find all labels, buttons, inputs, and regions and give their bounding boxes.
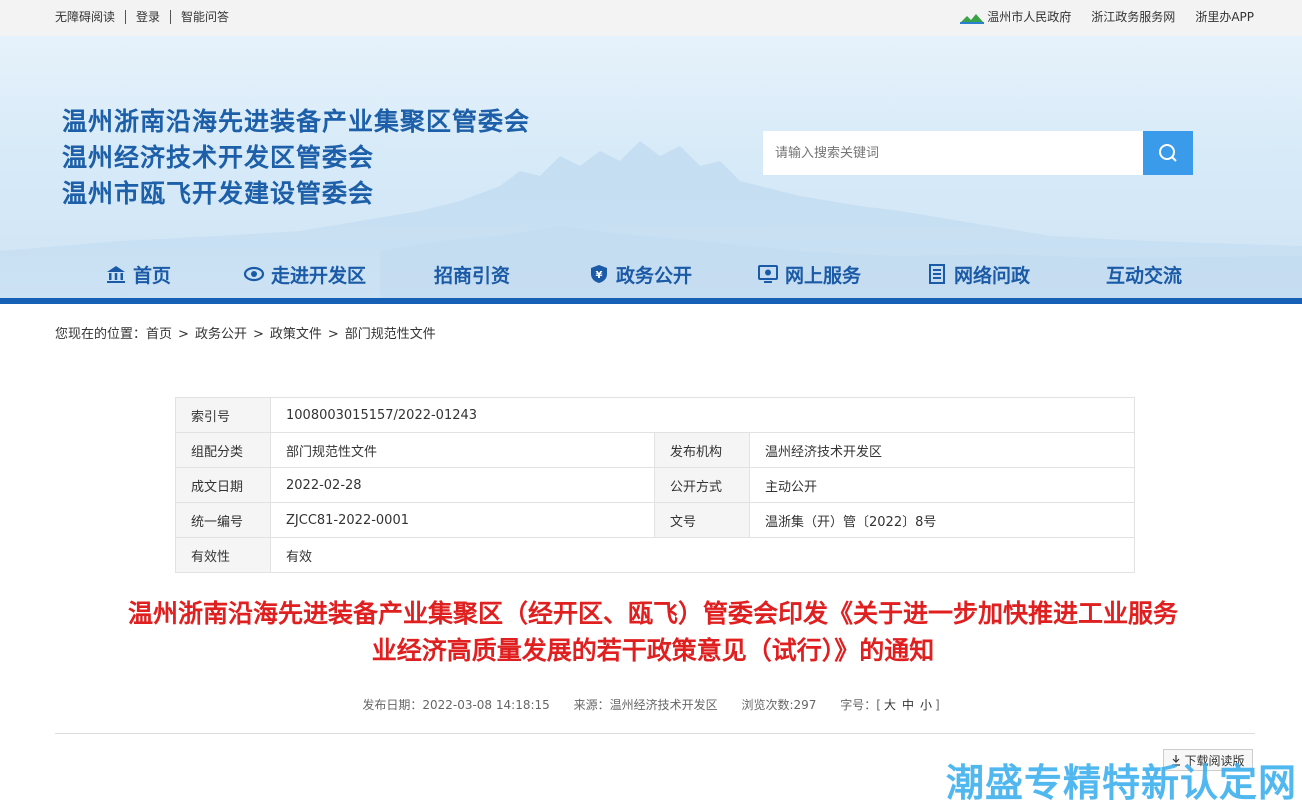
font-size-label: 字号： bbox=[840, 698, 877, 712]
nav-label-investment: 招商引资 bbox=[434, 264, 511, 287]
nav-item-home[interactable]: 首页 bbox=[105, 250, 171, 298]
nav-label-inquiry: 网络问政 bbox=[954, 264, 1031, 287]
article-title: 温州浙南沿海先进装备产业集聚区（经开区、瓯飞）管委会印发《关于进一步加快推进工业… bbox=[55, 595, 1251, 669]
font-medium-button[interactable]: 中 bbox=[902, 698, 914, 712]
meta-value: 有效 bbox=[270, 537, 1135, 573]
nav-item-gov-affairs[interactable]: ¥ 政务公开 bbox=[588, 250, 692, 298]
publish-date: 发布日期：2022-03-08 14:18:15 bbox=[362, 698, 550, 712]
header-title-2: 温州经济技术开发区管委会 bbox=[62, 143, 375, 172]
breadcrumb-sep: > bbox=[252, 327, 264, 342]
nav-label-home: 首页 bbox=[133, 264, 172, 287]
search-box bbox=[763, 131, 1193, 175]
top-right-links: 温州市人民政府 浙江政务服务网 浙里办APP bbox=[960, 10, 1254, 24]
meta-value: 温州经济技术开发区 bbox=[749, 432, 1135, 468]
meta-value: ZJCC81-2022-0001 bbox=[270, 502, 655, 538]
wenzhou-gov-label: 温州市人民政府 bbox=[987, 10, 1072, 24]
search-input[interactable] bbox=[763, 131, 1133, 175]
wenzhou-gov-link[interactable]: 温州市人民政府 bbox=[960, 10, 1071, 24]
font-size-bracket-close: ] bbox=[934, 698, 940, 712]
nav-item-about[interactable]: 走进开发区 bbox=[243, 250, 366, 298]
article-source: 来源：温州经济技术开发区 bbox=[573, 698, 718, 712]
header-title-1: 温州浙南沿海先进装备产业集聚区管委会 bbox=[62, 107, 531, 136]
eye-icon bbox=[243, 266, 265, 282]
breadcrumb-home[interactable]: 首页 bbox=[146, 327, 172, 342]
nav-label-gov-affairs: 政务公开 bbox=[616, 264, 693, 287]
svg-text:¥: ¥ bbox=[596, 270, 603, 281]
meta-value: 部门规范性文件 bbox=[270, 432, 655, 468]
gov-logo-icon bbox=[960, 13, 985, 24]
font-small-button[interactable]: 小 bbox=[920, 698, 932, 712]
meta-key: 有效性 bbox=[175, 537, 271, 573]
meta-value: 2022-02-28 bbox=[270, 467, 655, 503]
document-meta-table: 索引号 1008003015157/2022-01243 组配分类 部门规范性文… bbox=[175, 397, 1135, 573]
nav-label-online-service: 网上服务 bbox=[785, 264, 862, 287]
meta-key: 索引号 bbox=[175, 397, 271, 433]
font-size-bracket-open: [ bbox=[876, 698, 881, 712]
breadcrumb-policy-docs[interactable]: 政策文件 bbox=[270, 327, 322, 342]
nav-item-investment[interactable]: 招商引资 bbox=[434, 250, 510, 298]
nav-item-online-service[interactable]: 网上服务 bbox=[757, 250, 861, 298]
header-title-3: 温州市瓯飞开发建设管委会 bbox=[62, 179, 375, 208]
table-row: 索引号 1008003015157/2022-01243 bbox=[175, 397, 1135, 433]
table-row: 组配分类 部门规范性文件 发布机构 温州经济技术开发区 bbox=[175, 432, 1135, 468]
table-row: 成文日期 2022-02-28 公开方式 主动公开 bbox=[175, 467, 1135, 503]
breadcrumb-current[interactable]: 部门规范性文件 bbox=[345, 327, 436, 342]
top-bar: 无障碍阅读 登录 智能问答 温州市人民政府 浙江政务服务网 浙里办APP bbox=[0, 0, 1302, 36]
breadcrumb: 您现在的位置：首页 > 政务公开 > 政策文件 > 部门规范性文件 bbox=[55, 323, 436, 342]
watermark-text: 潮盛专精特新认定网 bbox=[946, 761, 1298, 805]
meta-key: 组配分类 bbox=[175, 432, 271, 468]
nav-item-inquiry[interactable]: 网络问政 bbox=[926, 250, 1030, 298]
article-info: 发布日期：2022-03-08 14:18:15 来源：温州经济技术开发区 浏览… bbox=[0, 696, 1302, 713]
meta-value: 主动公开 bbox=[749, 467, 1135, 503]
font-size-switcher: 字号：[大中小] bbox=[840, 698, 939, 712]
meta-key: 统一编号 bbox=[175, 502, 271, 538]
top-left-links: 无障碍阅读 登录 智能问答 bbox=[55, 10, 239, 24]
nav-label-about: 走进开发区 bbox=[271, 264, 367, 287]
divider bbox=[55, 733, 1255, 734]
nav-item-interaction[interactable]: 互动交流 bbox=[1106, 250, 1182, 298]
meta-value: 1008003015157/2022-01243 bbox=[270, 397, 1135, 433]
article-title-line-1: 温州浙南沿海先进装备产业集聚区（经开区、瓯飞）管委会印发《关于进一步加快推进工业… bbox=[127, 599, 1178, 628]
monitor-icon bbox=[758, 265, 778, 283]
zlb-app-link[interactable]: 浙里办APP bbox=[1195, 10, 1254, 24]
login-link[interactable]: 登录 bbox=[125, 10, 170, 24]
breadcrumb-prefix: 您现在的位置： bbox=[55, 327, 147, 342]
view-count: 浏览次数:297 bbox=[741, 698, 817, 712]
smart-qa-link[interactable]: 智能问答 bbox=[170, 10, 239, 24]
search-icon bbox=[1159, 144, 1177, 162]
home-icon bbox=[107, 266, 125, 283]
nav-underline bbox=[0, 298, 1302, 304]
search-button[interactable] bbox=[1143, 131, 1193, 175]
yen-shield-icon: ¥ bbox=[591, 265, 607, 283]
table-row: 统一编号 ZJCC81-2022-0001 文号 温浙集（开）管〔2022〕8号 bbox=[175, 502, 1135, 538]
meta-key: 文号 bbox=[654, 502, 750, 538]
meta-key: 公开方式 bbox=[654, 467, 750, 503]
meta-value: 温浙集（开）管〔2022〕8号 bbox=[749, 502, 1135, 538]
breadcrumb-sep: > bbox=[178, 327, 189, 342]
meta-key: 发布机构 bbox=[654, 432, 750, 468]
breadcrumb-sep: > bbox=[327, 327, 339, 342]
main-nav: 首页 走进开发区 招商引资 ¥ 政务公开 网上服务 网络问政 互动交流 bbox=[0, 250, 1302, 298]
table-row: 有效性 有效 bbox=[175, 537, 1135, 573]
meta-key: 成文日期 bbox=[175, 467, 271, 503]
font-large-button[interactable]: 大 bbox=[884, 698, 896, 712]
accessibility-link[interactable]: 无障碍阅读 bbox=[55, 10, 125, 24]
zj-service-link[interactable]: 浙江政务服务网 bbox=[1091, 10, 1175, 24]
article-title-line-2: 业经济高质量发展的若干政策意见（试行）》的通知 bbox=[371, 636, 935, 665]
document-icon bbox=[929, 264, 945, 284]
nav-label-interaction: 互动交流 bbox=[1106, 264, 1183, 287]
breadcrumb-gov-affairs[interactable]: 政务公开 bbox=[195, 327, 247, 342]
